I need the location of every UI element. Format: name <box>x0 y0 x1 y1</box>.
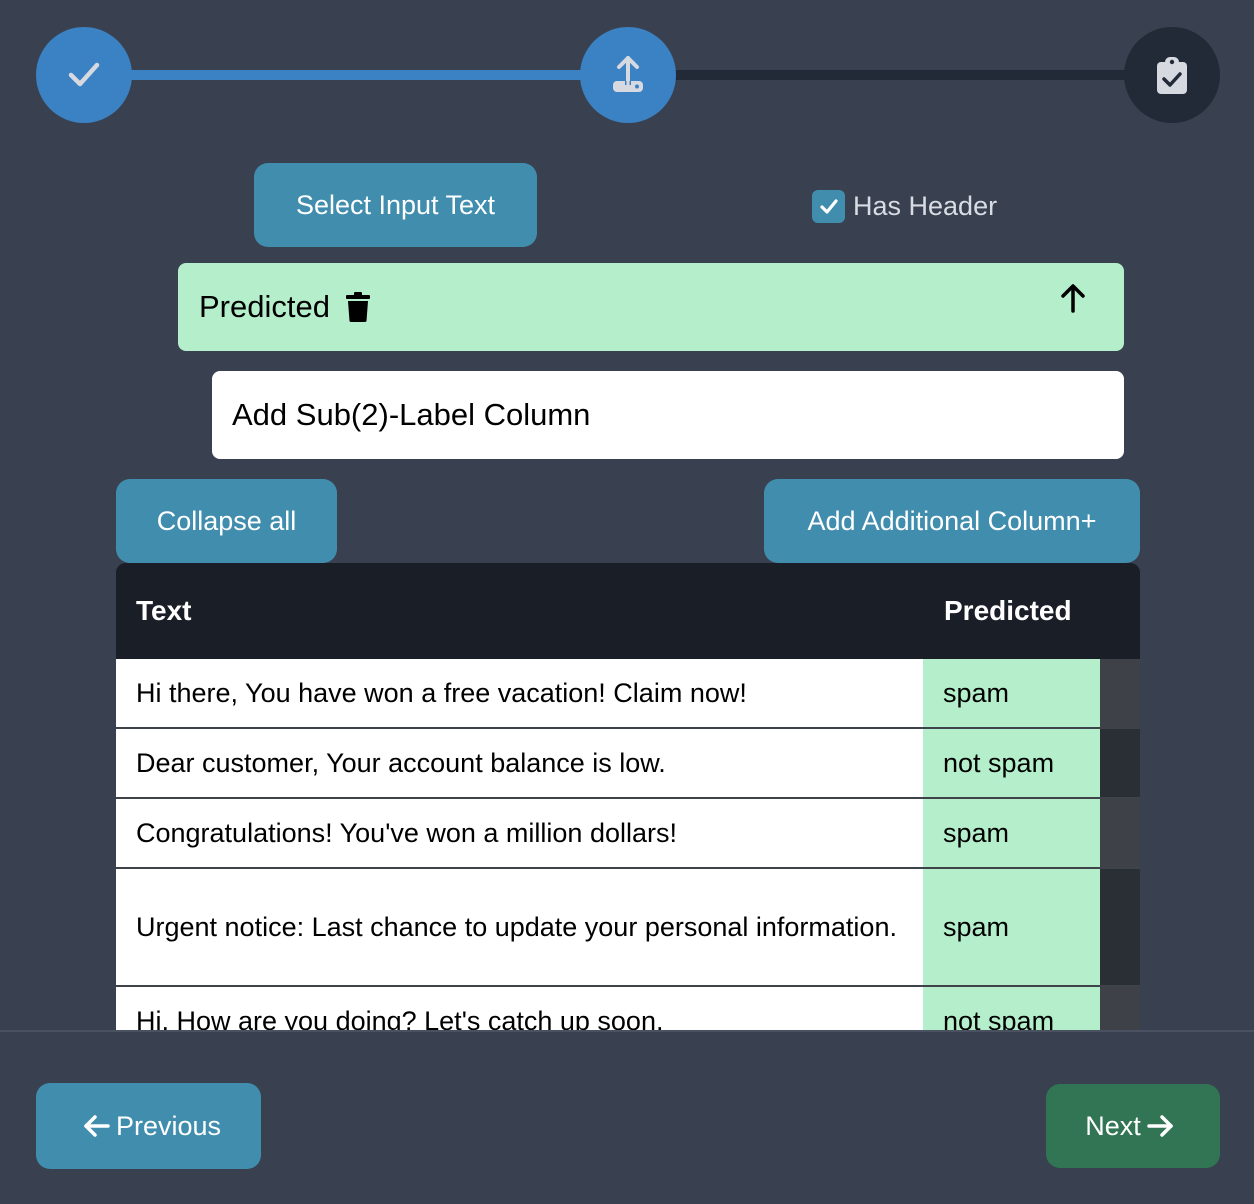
arrow-up-icon[interactable] <box>1060 283 1086 318</box>
row-scroll-gutter <box>1100 869 1140 985</box>
add-additional-column-button[interactable]: Add Additional Column+ <box>764 479 1140 563</box>
table-row[interactable]: Hi there, You have won a free vacation! … <box>116 659 1140 729</box>
add-sublabel-column-input[interactable] <box>212 371 1124 459</box>
row-scroll-gutter <box>1100 729 1140 797</box>
cell-text: Dear customer, Your account balance is l… <box>136 748 666 778</box>
cell-predicted[interactable]: spam <box>923 799 1100 867</box>
cell-predicted[interactable]: not spam <box>923 729 1100 797</box>
table-row[interactable]: Urgent notice: Last chance to update you… <box>116 869 1140 987</box>
table-row[interactable]: Congratulations! You've won a million do… <box>116 799 1140 869</box>
cell-text: Congratulations! You've won a million do… <box>136 818 677 848</box>
cell-text: Urgent notice: Last chance to update you… <box>136 912 897 942</box>
cell-predicted[interactable]: spam <box>923 869 1100 985</box>
next-label: Next <box>1085 1110 1141 1141</box>
table-row[interactable]: Dear customer, Your account balance is l… <box>116 729 1140 799</box>
checkmark-icon <box>819 198 838 214</box>
stepper-line-completed <box>84 70 628 80</box>
row-scroll-gutter <box>1100 987 1140 1030</box>
collapse-all-button[interactable]: Collapse all <box>116 479 337 563</box>
row-scroll-gutter <box>1100 659 1140 727</box>
progress-stepper <box>0 0 1254 150</box>
table-body: Hi there, You have won a free vacation! … <box>116 659 1140 1030</box>
footer-nav: Previous Next <box>0 1030 1254 1204</box>
row-scroll-gutter <box>1100 799 1140 867</box>
previous-label: Previous <box>115 1110 222 1141</box>
clipboard-check-icon <box>1157 57 1187 94</box>
has-header-label: Has Header <box>853 191 998 221</box>
arrow-right-icon <box>1147 1114 1175 1138</box>
step-2-upload[interactable] <box>580 27 676 123</box>
trash-icon[interactable] <box>345 292 370 322</box>
cell-predicted[interactable]: spam <box>923 659 1100 727</box>
cell-predicted[interactable]: not spam <box>923 987 1100 1030</box>
cell-text: Hi, How are you doing? Let's catch up so… <box>136 1006 664 1030</box>
has-header-checkbox[interactable] <box>812 190 845 223</box>
step-3-review[interactable] <box>1124 27 1220 123</box>
cell-text: Hi there, You have won a free vacation! … <box>136 678 747 708</box>
table-row[interactable]: Hi, How are you doing? Let's catch up so… <box>116 987 1140 1030</box>
select-input-text-button[interactable]: Select Input Text <box>254 163 537 247</box>
next-button[interactable]: Next <box>1046 1084 1220 1168</box>
column-header-predicted: Predicted <box>944 595 1072 626</box>
has-header-toggle[interactable]: Has Header <box>812 190 997 223</box>
label-column-name: Predicted <box>199 289 330 324</box>
arrow-left-icon <box>82 1114 110 1138</box>
check-icon <box>68 62 100 87</box>
column-header-text: Text <box>136 595 192 626</box>
label-column-header[interactable]: Predicted <box>178 263 1124 351</box>
previous-button[interactable]: Previous <box>36 1083 261 1169</box>
preview-table: Text Predicted Hi there, You have won a … <box>116 563 1140 1030</box>
step-1-completed[interactable] <box>36 27 132 123</box>
stepper-line-pending <box>628 70 1172 80</box>
table-header: Text Predicted <box>116 563 1140 659</box>
upload-icon <box>613 56 643 92</box>
